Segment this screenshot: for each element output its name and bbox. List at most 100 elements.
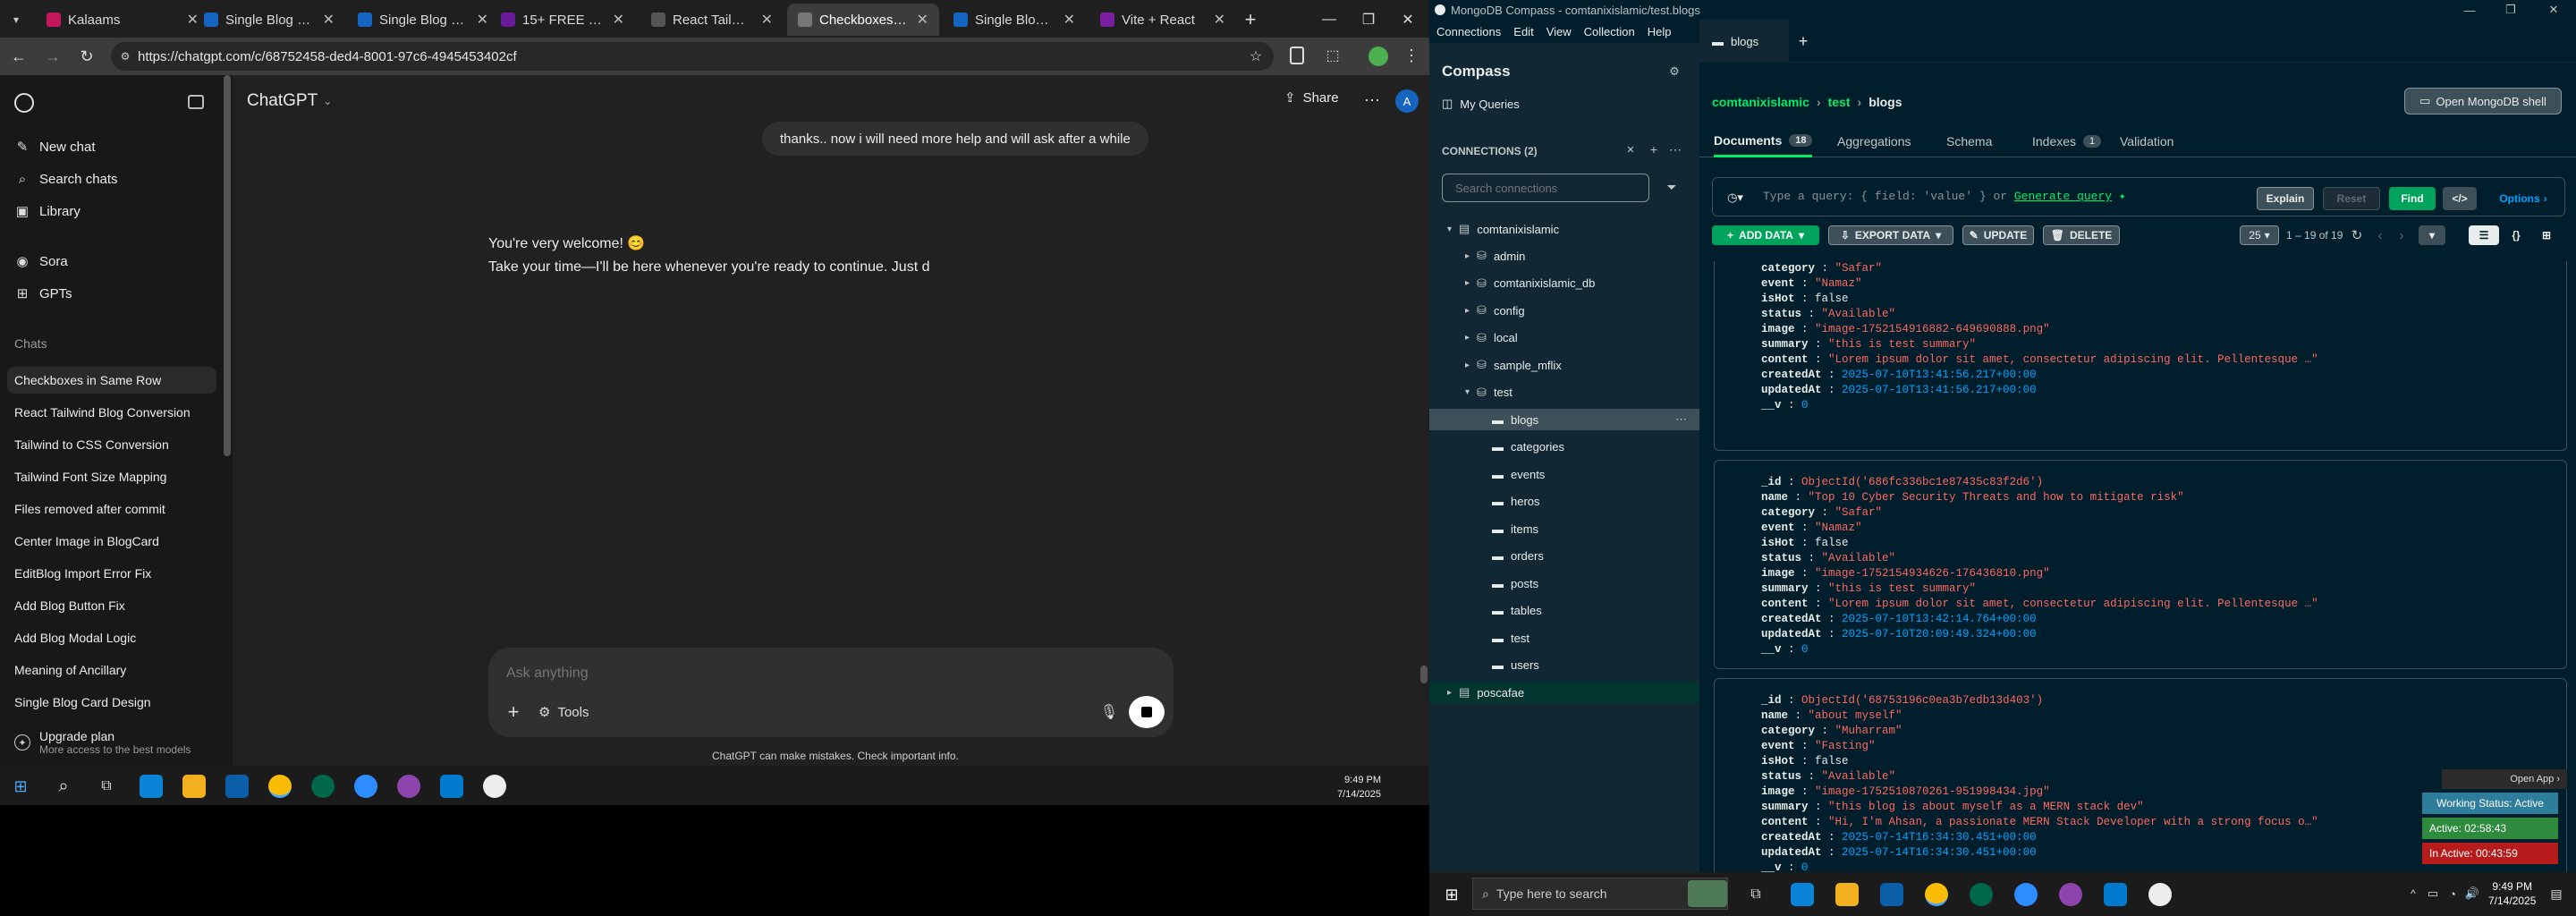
browser-tab[interactable]: Checkboxes in Sa ✕ bbox=[787, 4, 939, 36]
json-view-icon[interactable]: {} bbox=[2503, 225, 2529, 245]
profile-avatar[interactable] bbox=[1368, 47, 1388, 66]
tree-collection[interactable]: ▬ items bbox=[1492, 518, 1538, 539]
clock-right[interactable]: 9:49 PM 7/14/2025 bbox=[2488, 879, 2536, 908]
reload-icon[interactable]: ↻ bbox=[77, 47, 97, 66]
task-view-icon[interactable]: ⧉ bbox=[1746, 885, 1766, 904]
tab-close-icon[interactable]: ✕ bbox=[477, 11, 488, 29]
tab-close-icon[interactable]: ✕ bbox=[1214, 11, 1225, 29]
query-history-icon[interactable]: ◷▾ bbox=[1724, 189, 1747, 207]
chat-history-item[interactable]: React Tailwind Blog Conversion bbox=[14, 399, 216, 426]
menu-item[interactable]: Edit bbox=[1513, 25, 1533, 38]
chat-scrollbar[interactable] bbox=[1420, 666, 1428, 683]
sora-button[interactable]: ◉ Sora bbox=[14, 249, 216, 274]
reset-button[interactable]: Reset bbox=[2323, 187, 2380, 210]
windows-start-icon[interactable]: ⊞ bbox=[11, 776, 30, 796]
github-desktop-icon[interactable] bbox=[397, 775, 420, 798]
chat-history-item[interactable]: Tailwind Font Size Mapping bbox=[14, 463, 216, 490]
generate-query-link[interactable]: Generate query bbox=[2014, 190, 2112, 203]
site-info-icon[interactable]: ⚙ bbox=[118, 49, 132, 64]
find-button[interactable]: Find bbox=[2389, 187, 2436, 210]
breadcrumb-db[interactable]: test bbox=[1828, 95, 1851, 109]
bookmark-star-icon[interactable]: ☆ bbox=[1247, 47, 1265, 65]
openai-logo-icon[interactable] bbox=[14, 93, 34, 113]
zoom-icon[interactable] bbox=[354, 775, 377, 798]
share-button[interactable]: ⇪ Share bbox=[1284, 89, 1339, 106]
app-icon[interactable] bbox=[2148, 883, 2172, 906]
chat-history-item[interactable]: Checkboxes in Same Row bbox=[7, 367, 216, 394]
browser-tab[interactable]: Single Blog Posts ✕ bbox=[943, 4, 1086, 36]
app-icon[interactable] bbox=[483, 775, 506, 798]
address-bar[interactable]: ⚙ https://chatgpt.com/c/68752458-ded4-80… bbox=[111, 42, 1274, 71]
tree-collection[interactable]: ▬ test bbox=[1492, 627, 1530, 649]
search-icon[interactable]: ⌕ bbox=[54, 776, 73, 796]
chrome-icon[interactable] bbox=[268, 775, 292, 798]
tray-chevron-icon[interactable]: ^ bbox=[2406, 886, 2420, 901]
refresh-icon[interactable]: ↻ bbox=[2349, 227, 2365, 243]
edge-icon[interactable] bbox=[140, 775, 163, 798]
prompt-input[interactable] bbox=[506, 660, 1132, 687]
new-tab-button[interactable]: + bbox=[1238, 7, 1263, 32]
menu-item[interactable]: Connections bbox=[1436, 25, 1501, 38]
tree-collection[interactable]: ▬ heros bbox=[1492, 491, 1540, 513]
filter-icon[interactable]: ⏷ bbox=[1664, 179, 1680, 195]
search-chats-button[interactable]: ⌕ Search chats bbox=[14, 166, 216, 191]
menu-item[interactable]: Collection bbox=[1584, 25, 1635, 38]
tab-close-icon[interactable]: ✕ bbox=[613, 11, 624, 29]
subtab-validation[interactable]: Validation bbox=[2120, 125, 2174, 157]
tree-collection[interactable]: ▬ orders bbox=[1492, 546, 1544, 567]
tab-search-chevron-icon[interactable]: ▾ bbox=[7, 11, 25, 29]
minimize-button[interactable]: — bbox=[1317, 7, 1342, 32]
add-connection-icon[interactable]: + bbox=[1648, 142, 1660, 157]
user-avatar[interactable]: A bbox=[1395, 89, 1419, 113]
microphone-icon[interactable]: 🎙 bbox=[1098, 701, 1120, 723]
subtab-schema[interactable]: Schema bbox=[1946, 125, 1992, 157]
compass-minimize-button[interactable]: — bbox=[2462, 2, 2478, 18]
reading-list-icon[interactable] bbox=[1290, 47, 1304, 64]
next-page-icon[interactable]: › bbox=[2394, 227, 2410, 243]
network-icon[interactable]: ◔ bbox=[2445, 886, 2460, 901]
page-size-select[interactable]: 25 ▾ bbox=[2240, 225, 2279, 245]
compass-restore-button[interactable]: ❐ bbox=[2503, 2, 2519, 18]
more-options-icon[interactable]: ⋯ bbox=[1361, 89, 1383, 111]
chat-history-item[interactable]: Add Blog Button Fix bbox=[14, 592, 216, 619]
zoom-icon[interactable] bbox=[2014, 883, 2038, 906]
tab-blogs[interactable]: ▬ blogs bbox=[1699, 20, 1789, 63]
subtab-documents[interactable]: Documents 18 bbox=[1714, 125, 1813, 157]
explain-button[interactable]: Explain bbox=[2257, 187, 2314, 210]
tab-close-icon[interactable]: ✕ bbox=[761, 11, 773, 29]
collapse-all-icon[interactable]: ✕ bbox=[1624, 143, 1637, 156]
tree-connection[interactable]: ▸ ▤ poscafae bbox=[1429, 682, 1699, 703]
chrome-menu-icon[interactable]: ⋮ bbox=[1402, 45, 1420, 66]
menu-item[interactable]: Help bbox=[1648, 25, 1672, 38]
my-queries-link[interactable]: ◫ My Queries bbox=[1442, 97, 1520, 111]
chat-history-item[interactable]: Single Blog Card Design bbox=[14, 689, 216, 716]
tree-collection[interactable]: ▬ tables bbox=[1492, 600, 1542, 622]
mongodb-compass-icon[interactable] bbox=[311, 775, 335, 798]
view-options-icon[interactable]: ▾ bbox=[2419, 225, 2445, 245]
stop-button[interactable] bbox=[1129, 696, 1165, 728]
tree-database[interactable]: ▸ ⛁ admin bbox=[1465, 245, 1525, 267]
library-button[interactable]: ▣ Library bbox=[14, 199, 216, 224]
tree-connection[interactable]: ▾ ▤ comtanixislamic bbox=[1447, 218, 1559, 240]
chat-history-item[interactable]: EditBlog Import Error Fix bbox=[14, 560, 216, 587]
tree-collection[interactable]: ▬ users bbox=[1492, 655, 1539, 676]
chat-history-item[interactable]: Files removed after commit bbox=[14, 496, 216, 522]
windows-start-icon[interactable]: ⊞ bbox=[1442, 885, 1462, 904]
tree-database[interactable]: ▸ ⛁ local bbox=[1465, 327, 1518, 349]
chrome-icon[interactable] bbox=[1925, 883, 1948, 906]
task-view-icon[interactable]: ⧉ bbox=[97, 776, 116, 796]
restore-button[interactable]: ❐ bbox=[1356, 7, 1381, 32]
query-input[interactable]: Type a query: { field: 'value' } or Gene… bbox=[1763, 190, 2126, 203]
upgrade-plan-button[interactable]: ✦ Upgrade plan More access to the best m… bbox=[14, 725, 216, 760]
chat-history-item[interactable]: Center Image in BlogCard bbox=[14, 528, 216, 555]
export-data-button[interactable]: ⇩ EXPORT DATA ▾ bbox=[1828, 225, 1953, 245]
close-sidebar-icon[interactable] bbox=[188, 95, 204, 109]
battery-icon[interactable]: ▭ bbox=[2426, 886, 2440, 901]
compass-close-button[interactable]: ✕ bbox=[2546, 2, 2562, 18]
tab-close-icon[interactable]: ✕ bbox=[1063, 11, 1075, 29]
store-icon[interactable] bbox=[1880, 883, 1903, 906]
tree-collection[interactable]: ▬ categories bbox=[1492, 437, 1564, 458]
tree-database[interactable]: ▸ ⛁ comtanixislamic_db bbox=[1465, 273, 1595, 294]
subtab-aggregations[interactable]: Aggregations bbox=[1837, 125, 1911, 157]
vscode-icon[interactable] bbox=[440, 775, 463, 798]
